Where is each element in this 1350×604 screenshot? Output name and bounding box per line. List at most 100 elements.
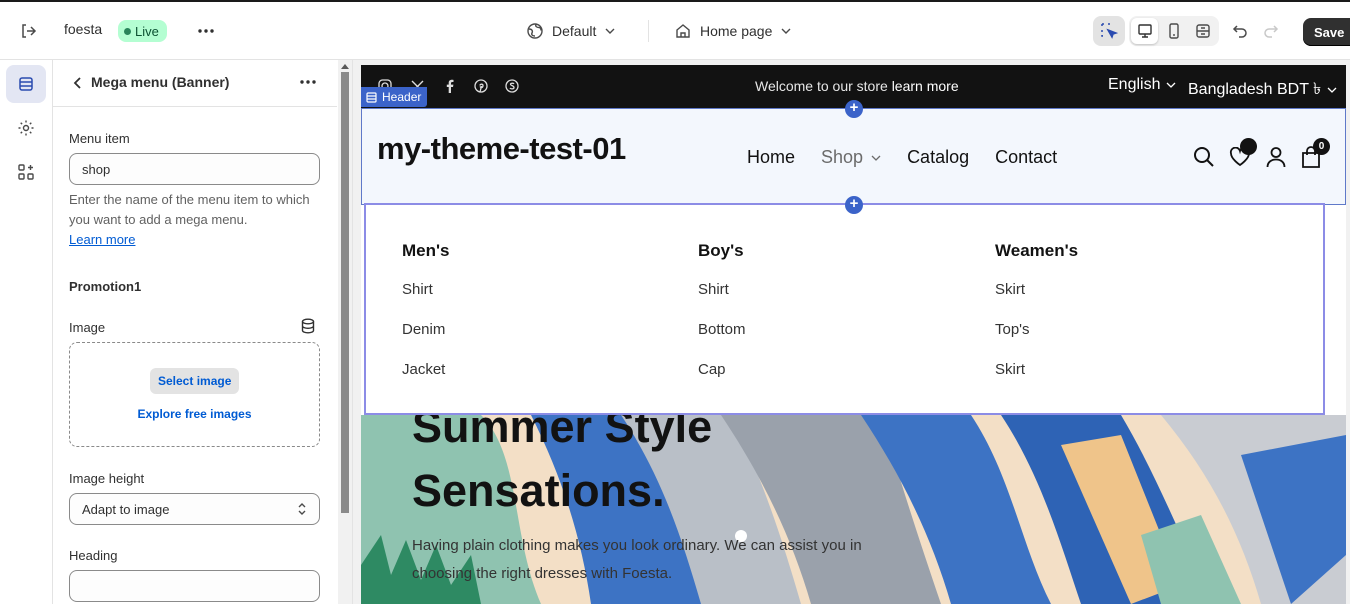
nav-shop[interactable]: Shop: [821, 147, 881, 168]
image-height-select[interactable]: Adapt to image: [69, 493, 320, 525]
search-icon[interactable]: [1192, 145, 1216, 169]
mega-menu-link[interactable]: Denim: [402, 321, 450, 361]
fullscreen-view-button[interactable]: [1190, 18, 1217, 44]
mega-menu-link[interactable]: Skirt: [995, 281, 1078, 321]
save-button[interactable]: Save: [1303, 18, 1350, 46]
divider: [648, 20, 649, 42]
chevron-down-icon: [871, 153, 881, 163]
main-navigation: Home Shop Catalog Contact: [747, 147, 1057, 168]
chevron-left-icon: [72, 76, 82, 90]
nav-catalog[interactable]: Catalog: [907, 147, 969, 168]
announcement-text: Welcome to our store learn more: [755, 78, 959, 94]
more-actions-button[interactable]: [194, 19, 218, 43]
live-badge: Live: [118, 20, 167, 42]
pinterest-icon[interactable]: [473, 78, 489, 94]
store-preview: Summer Style Sensations. Having plain cl…: [361, 65, 1346, 604]
home-icon: [674, 22, 692, 40]
currency-label: Bangladesh BDT ৳: [1188, 81, 1322, 98]
hero-title-line2: Sensations.: [412, 465, 665, 516]
live-dot-icon: [124, 27, 131, 35]
nav-contact[interactable]: Contact: [995, 147, 1057, 168]
language-selector[interactable]: English: [1108, 76, 1176, 94]
promotion-heading: Promotion1: [69, 279, 142, 294]
skype-icon[interactable]: [504, 78, 520, 94]
mega-menu-link[interactable]: Bottom: [698, 321, 746, 361]
mega-menu-link[interactable]: Skirt: [995, 361, 1078, 401]
mega-menu-link[interactable]: Jacket: [402, 361, 450, 401]
nav-home[interactable]: Home: [747, 147, 795, 168]
mega-menu-link[interactable]: Top's: [995, 321, 1078, 361]
announcement-link[interactable]: learn more: [892, 78, 959, 94]
store-name: foesta: [64, 21, 103, 37]
facebook-icon[interactable]: [441, 78, 457, 94]
mega-column-heading[interactable]: Men's: [402, 241, 450, 261]
scroll-up-icon[interactable]: [340, 62, 350, 70]
section-settings-panel: Mega menu (Banner) Menu item shop Enter …: [53, 60, 353, 604]
gear-icon: [17, 119, 35, 137]
section-grid-icon: [366, 91, 377, 103]
menu-item-help: Enter the name of the menu item to which…: [69, 190, 319, 250]
mega-menu-link[interactable]: Shirt: [698, 281, 746, 321]
panel-scrollbar-thumb[interactable]: [341, 72, 349, 513]
chevron-down-icon: [1327, 85, 1337, 95]
mega-menu-link[interactable]: Cap: [698, 361, 746, 401]
heading-input[interactable]: [69, 570, 320, 602]
menu-item-help-text: Enter the name of the menu item to which…: [69, 192, 310, 227]
image-dropzone[interactable]: Select image Explore free images: [69, 342, 320, 447]
inspector-toggle-button[interactable]: [1093, 16, 1125, 46]
wishlist-badge: [1240, 138, 1257, 155]
cart-count-badge: 0: [1313, 138, 1330, 155]
device-switcher: [1129, 16, 1219, 46]
sections-button[interactable]: [6, 65, 46, 103]
add-section-below-button[interactable]: +: [845, 196, 863, 214]
chevron-down-icon: [1166, 80, 1176, 90]
currency-selector[interactable]: Bangladesh BDT ৳: [1188, 76, 1337, 103]
panel-more-button[interactable]: [297, 71, 319, 93]
explore-free-images-link[interactable]: Explore free images: [70, 407, 319, 421]
menu-item-label: Menu item: [69, 131, 130, 146]
select-image-button[interactable]: Select image: [150, 368, 240, 394]
hero-description: Having plain clothing makes you look ord…: [412, 537, 862, 582]
image-height-label: Image height: [69, 471, 145, 486]
database-icon[interactable]: [301, 318, 317, 334]
account-icon[interactable]: [1264, 145, 1288, 169]
redo-icon[interactable]: [1259, 19, 1283, 43]
store-logo[interactable]: my-theme-test-01: [377, 131, 626, 167]
mega-menu-link[interactable]: Shirt: [402, 281, 450, 321]
learn-more-link[interactable]: Learn more: [69, 232, 135, 247]
globe-icon: [526, 22, 544, 40]
announcement-message: Welcome to our store: [755, 78, 888, 94]
app-blocks-button[interactable]: [6, 153, 46, 191]
apps-icon: [17, 163, 35, 181]
header-tag-label: Header: [382, 90, 422, 104]
live-label: Live: [135, 23, 159, 39]
editor-sidebar-rail: [0, 60, 53, 604]
sections-icon: [17, 75, 35, 93]
desktop-view-button[interactable]: [1131, 18, 1159, 44]
language-label: English: [1108, 76, 1161, 93]
chevron-down-icon: [780, 25, 792, 37]
theme-settings-button[interactable]: [6, 109, 46, 147]
page-selector[interactable]: Home page: [674, 19, 792, 43]
theme-label: Default: [552, 23, 597, 39]
panel-header: Mega menu (Banner): [53, 60, 337, 107]
header-section-tag[interactable]: Header: [361, 87, 428, 107]
mobile-view-button[interactable]: [1160, 18, 1187, 44]
editor-topbar: foesta Live Default Home page Save: [0, 0, 1350, 60]
add-section-above-button[interactable]: +: [845, 100, 863, 118]
image-height-value: Adapt to image: [82, 501, 170, 517]
theme-selector[interactable]: Default: [526, 19, 616, 43]
mega-menu-column: Men's Shirt Denim Jacket: [402, 241, 450, 401]
exit-icon[interactable]: [16, 19, 40, 43]
mega-menu-column: Boy's Shirt Bottom Cap: [698, 241, 746, 401]
mega-column-heading[interactable]: Boy's: [698, 241, 746, 261]
menu-item-input[interactable]: shop: [69, 153, 320, 185]
mega-column-heading[interactable]: Weamen's: [995, 241, 1078, 261]
back-button[interactable]: [67, 73, 87, 93]
image-label: Image: [69, 320, 106, 335]
heading-label: Heading: [69, 548, 118, 563]
mega-menu-column: Weamen's Skirt Top's Skirt: [995, 241, 1078, 401]
mega-menu-dropdown: Men's Shirt Denim Jacket Boy's Shirt Bot…: [364, 203, 1325, 415]
undo-icon[interactable]: [1228, 19, 1252, 43]
nav-shop-label: Shop: [821, 147, 864, 167]
